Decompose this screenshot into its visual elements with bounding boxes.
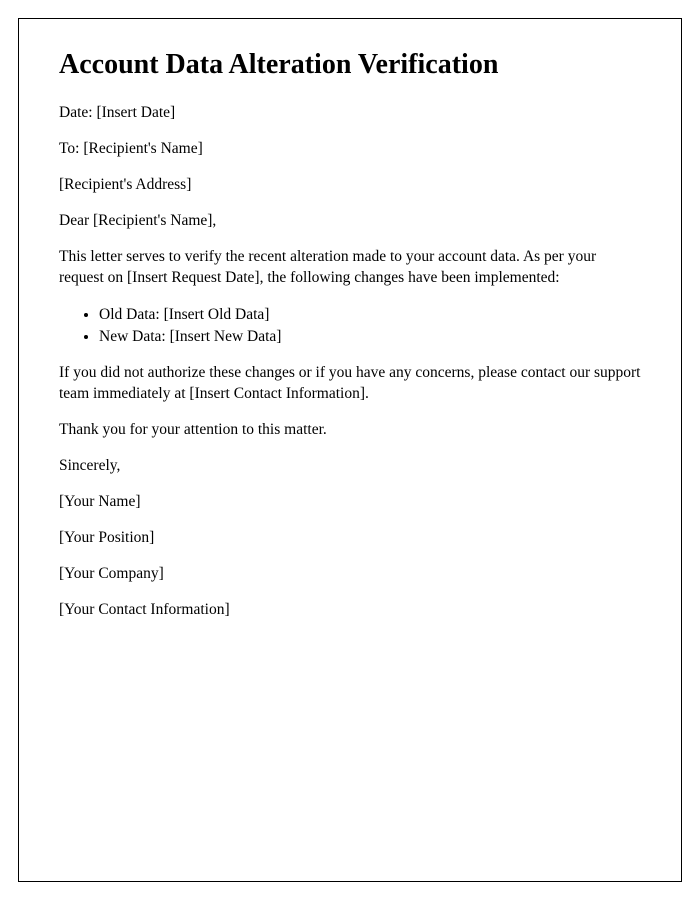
signature-name: [Your Name]	[59, 492, 641, 513]
closing: Sincerely,	[59, 456, 641, 477]
body-thanks: Thank you for your attention to this mat…	[59, 420, 641, 441]
address-line: [Recipient's Address]	[59, 175, 641, 196]
signature-company: [Your Company]	[59, 564, 641, 585]
signature-position: [Your Position]	[59, 528, 641, 549]
body-contact: If you did not authorize these changes o…	[59, 363, 641, 405]
signature-contact: [Your Contact Information]	[59, 600, 641, 621]
salutation: Dear [Recipient's Name],	[59, 211, 641, 232]
to-line: To: [Recipient's Name]	[59, 139, 641, 160]
changes-list: Old Data: [Insert Old Data] New Data: [I…	[99, 304, 641, 349]
list-item: Old Data: [Insert Old Data]	[99, 304, 641, 326]
date-line: Date: [Insert Date]	[59, 103, 641, 124]
document-page: Account Data Alteration Verification Dat…	[18, 18, 682, 882]
list-item: New Data: [Insert New Data]	[99, 326, 641, 348]
page-title: Account Data Alteration Verification	[59, 49, 641, 81]
body-intro: This letter serves to verify the recent …	[59, 247, 641, 289]
